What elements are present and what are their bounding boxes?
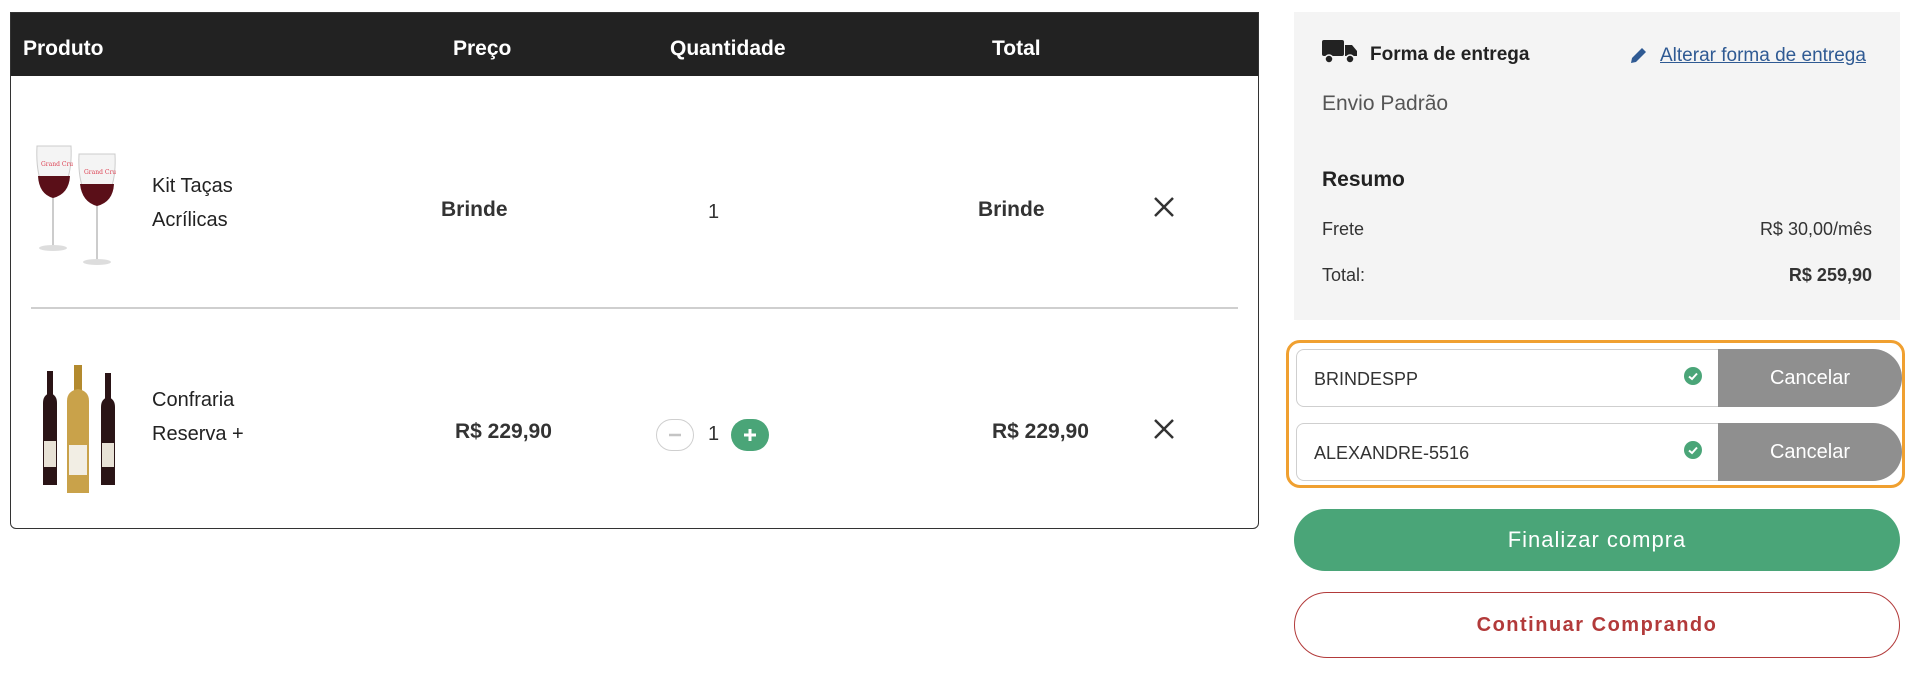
coupon-row: ALEXANDRE-5516 Cancelar [1296,423,1902,481]
cart-row: Grand Cru Grand Cru Kit Taças Acrílicas … [11,76,1258,298]
freight-label: Frete [1322,219,1365,239]
truck-icon [1322,40,1357,64]
product-name-line1: Kit Taças [152,175,233,197]
coupon-code: ALEXANDRE-5516 [1314,443,1470,463]
product-name-line1: Confraria [152,389,235,411]
svg-text:Grand Cru: Grand Cru [84,169,116,176]
change-shipping-link[interactable]: Alterar forma de entrega [1660,45,1866,67]
order-summary: Forma de entrega Alterar forma de entreg… [1294,12,1900,320]
cancel-coupon-button[interactable]: Cancelar [1718,423,1902,481]
product-price: Brinde [441,198,508,221]
minus-icon [669,433,681,437]
close-icon[interactable] [1151,194,1177,220]
quantity-decrease-button[interactable] [656,419,694,451]
product-total: R$ 229,90 [992,420,1089,443]
total-label: Total: [1322,265,1366,285]
finish-purchase-button[interactable]: Finalizar compra [1294,509,1900,571]
plus-icon [744,429,756,441]
close-icon[interactable] [1151,416,1177,442]
product-name-line2: Acrílicas [152,209,228,231]
header-quantity: Quantidade [670,37,786,60]
product-name-line2: Reserva + [152,423,244,445]
svg-text:Grand Cru: Grand Cru [41,161,73,168]
product-name[interactable]: Kit Taças Acrílicas [152,169,233,237]
product-name[interactable]: Confraria Reserva + [152,383,244,451]
header-product: Produto [23,37,104,60]
applied-coupons: BRINDESPP Cancelar ALEXANDRE-5516 Cancel… [1286,340,1905,488]
product-total: Brinde [978,198,1045,221]
total-value: R$ 259,90 [1788,265,1872,285]
summary-title: Resumo [1322,168,1405,191]
quantity-value: 1 [708,423,720,445]
continue-shopping-button[interactable]: Continuar Comprando [1294,592,1900,658]
cart-header: Produto Preço Quantidade Total [11,13,1258,76]
quantity-value: 1 [708,201,720,223]
check-circle-icon [1684,441,1702,459]
product-price: R$ 229,90 [455,420,552,443]
coupon-row: BRINDESPP Cancelar [1296,349,1902,407]
quantity-increase-button[interactable] [731,419,769,451]
coupon-code: BRINDESPP [1314,369,1419,389]
check-circle-icon [1684,367,1702,385]
cancel-coupon-button[interactable]: Cancelar [1718,349,1902,407]
coupon-input[interactable]: BRINDESPP [1296,349,1726,407]
header-total: Total [992,37,1041,60]
wine-glasses-image: Grand Cru Grand Cru [36,145,116,265]
header-price: Preço [453,37,512,60]
freight-value: R$ 30,00/mês [1759,219,1872,239]
cart-row: Confraria Reserva + R$ 229,90 1 R$ 229,9… [11,303,1258,525]
wine-bottles-image [43,365,115,493]
coupon-input[interactable]: ALEXANDRE-5516 [1296,423,1726,481]
shipping-title: Forma de entrega [1370,44,1530,65]
shipping-method: Envio Padrão [1322,92,1449,115]
cart-table: Produto Preço Quantidade Total Grand Cru… [10,12,1259,529]
pencil-icon[interactable] [1629,45,1649,65]
